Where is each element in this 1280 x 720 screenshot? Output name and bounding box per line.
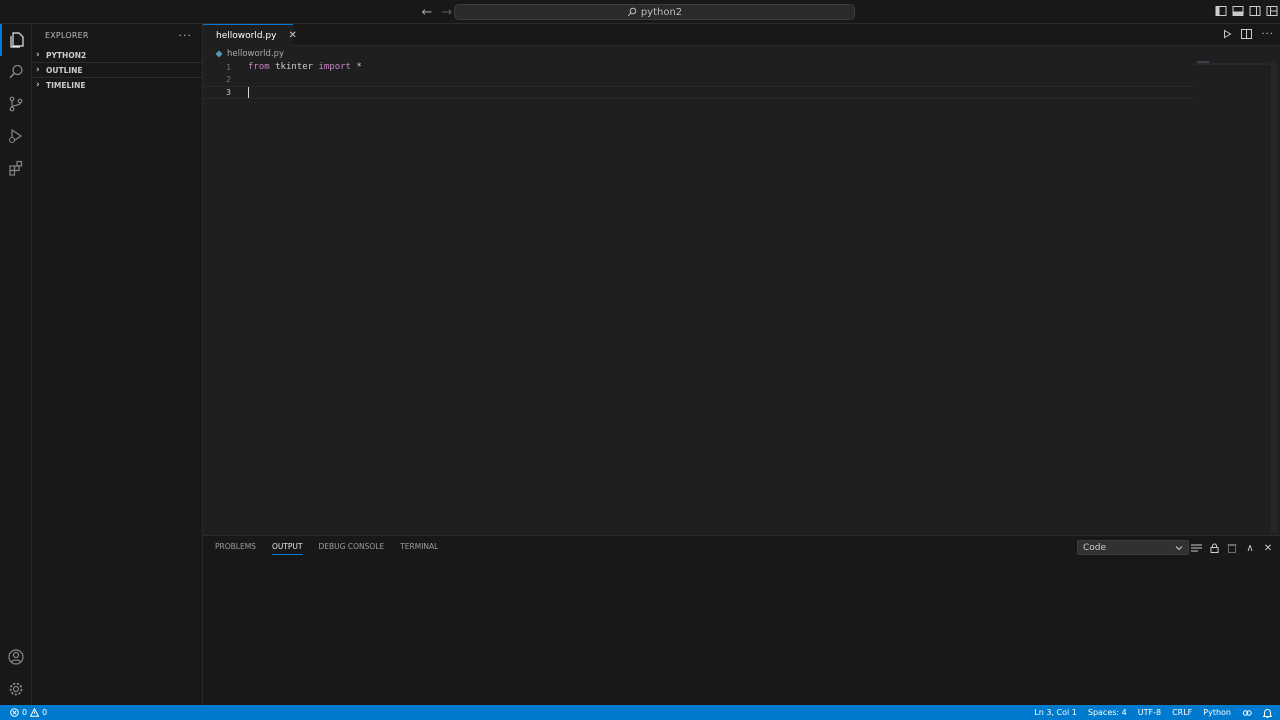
run-python-file-icon[interactable] xyxy=(1222,29,1232,39)
module-name: tkinter xyxy=(275,62,314,73)
warning-count: 0 xyxy=(42,708,48,717)
chevron-right-icon: › xyxy=(36,50,40,60)
tab-problems[interactable]: PROBLEMS xyxy=(215,542,256,555)
code-line-current: 3 xyxy=(203,86,1193,99)
section-outline[interactable]: › OUTLINE xyxy=(32,62,202,77)
code-line: 2 xyxy=(203,74,1193,87)
activity-bar xyxy=(0,24,32,705)
warning-icon xyxy=(30,708,40,717)
customize-layout-icon[interactable] xyxy=(1266,5,1278,17)
chevron-right-icon: › xyxy=(36,80,40,90)
split-editor-icon[interactable] xyxy=(1241,29,1253,39)
code-text: from tkinter import * xyxy=(248,62,362,72)
editor-tabs: helloworld.py ✕ ··· xyxy=(203,24,1280,46)
chevron-right-icon: › xyxy=(36,65,40,75)
manage-gear-icon[interactable] xyxy=(0,673,32,705)
editor-area: helloworld.py ✕ ··· helloworld.py 1 from… xyxy=(203,24,1280,535)
close-icon[interactable]: ✕ xyxy=(288,30,296,41)
notifications-bell-icon[interactable] xyxy=(1263,708,1272,718)
tab-debug-console[interactable]: DEBUG CONSOLE xyxy=(319,542,385,555)
toggle-panel-icon[interactable] xyxy=(1232,5,1244,17)
source-control-icon[interactable] xyxy=(0,88,32,120)
feedback-icon[interactable] xyxy=(1242,708,1252,718)
editor-actions: ··· xyxy=(1222,29,1274,40)
title-bar: ← → python2 xyxy=(0,0,1280,24)
line-number: 1 xyxy=(226,62,231,72)
status-bar: 0 0 Ln 3, Col 1 Spaces: 4 UTF-8 CRLF Pyt… xyxy=(0,705,1280,720)
language-mode[interactable]: Python xyxy=(1203,708,1231,717)
run-debug-icon[interactable] xyxy=(0,120,32,152)
cursor-position[interactable]: Ln 3, Col 1 xyxy=(1034,708,1077,717)
extensions-icon[interactable] xyxy=(0,152,32,184)
nav-arrows: ← → xyxy=(420,4,454,20)
code-editor[interactable]: 1 from tkinter import * 2 3 xyxy=(203,61,1193,99)
status-right: Ln 3, Col 1 Spaces: 4 UTF-8 CRLF Python xyxy=(1034,705,1272,720)
panel-tabs: PROBLEMS OUTPUT DEBUG CONSOLE TERMINAL xyxy=(215,542,438,555)
section-label: PYTHON2 xyxy=(46,50,87,60)
import-wildcard: * xyxy=(356,62,362,73)
command-center-label: python2 xyxy=(640,6,683,18)
section-timeline[interactable]: › TIMELINE xyxy=(32,77,202,92)
tab-helloworld[interactable]: helloworld.py ✕ xyxy=(203,24,297,46)
error-icon xyxy=(10,708,19,717)
filter-lines-icon[interactable] xyxy=(1190,542,1202,554)
keyword-import: import xyxy=(318,62,351,73)
bottom-panel: PROBLEMS OUTPUT DEBUG CONSOLE TERMINAL C… xyxy=(203,535,1280,705)
more-actions-icon[interactable]: ··· xyxy=(1261,29,1274,40)
chevron-down-icon xyxy=(1175,545,1183,550)
search-icon xyxy=(627,7,637,17)
section-label: TIMELINE xyxy=(46,80,86,90)
search-activity-icon[interactable] xyxy=(0,56,32,88)
toggle-primary-sidebar-icon[interactable] xyxy=(1215,5,1227,17)
line-number: 2 xyxy=(226,75,231,85)
keyword-from: from xyxy=(248,62,270,73)
section-python2[interactable]: › PYTHON2 xyxy=(32,47,202,62)
minimap[interactable] xyxy=(1195,61,1269,65)
tab-terminal[interactable]: TERMINAL xyxy=(400,542,438,555)
lock-icon[interactable] xyxy=(1208,542,1220,554)
back-arrow-icon[interactable]: ← xyxy=(420,4,434,20)
close-panel-icon[interactable]: ✕ xyxy=(1262,542,1274,554)
indentation[interactable]: Spaces: 4 xyxy=(1088,708,1127,717)
problems-status[interactable]: 0 0 xyxy=(0,708,47,717)
encoding[interactable]: UTF-8 xyxy=(1138,708,1161,717)
output-channel-value: Code xyxy=(1083,542,1107,553)
command-center-search[interactable]: python2 xyxy=(454,4,855,20)
output-channel-select[interactable]: Code xyxy=(1077,540,1189,555)
editor-scrollbar[interactable] xyxy=(1271,61,1278,533)
python-file-icon xyxy=(215,50,223,58)
panel-actions: ∧ ✕ xyxy=(1190,542,1274,554)
section-label: OUTLINE xyxy=(46,65,83,75)
toggle-secondary-sidebar-icon[interactable] xyxy=(1249,5,1261,17)
layout-controls xyxy=(1215,5,1278,17)
clear-output-icon[interactable] xyxy=(1226,542,1238,554)
tab-label: helloworld.py xyxy=(216,30,277,41)
forward-arrow-icon[interactable]: → xyxy=(440,4,454,20)
sidebar-title: EXPLORER xyxy=(45,31,89,40)
breadcrumb-file: helloworld.py xyxy=(227,49,285,59)
accounts-icon[interactable] xyxy=(0,641,32,673)
breadcrumb[interactable]: helloworld.py xyxy=(215,48,284,60)
line-number: 3 xyxy=(226,87,231,97)
tab-output[interactable]: OUTPUT xyxy=(271,542,303,555)
end-of-line[interactable]: CRLF xyxy=(1172,708,1192,717)
code-line: 1 from tkinter import * xyxy=(203,61,1193,74)
maximize-panel-icon[interactable]: ∧ xyxy=(1244,542,1256,554)
sidebar-header: EXPLORER ··· xyxy=(32,24,202,47)
text-cursor xyxy=(248,86,249,98)
explorer-sidebar: EXPLORER ··· › PYTHON2 › OUTLINE › TIMEL… xyxy=(32,24,203,705)
explorer-icon[interactable] xyxy=(0,24,32,56)
error-count: 0 xyxy=(22,708,28,717)
more-actions-icon[interactable]: ··· xyxy=(179,29,193,42)
